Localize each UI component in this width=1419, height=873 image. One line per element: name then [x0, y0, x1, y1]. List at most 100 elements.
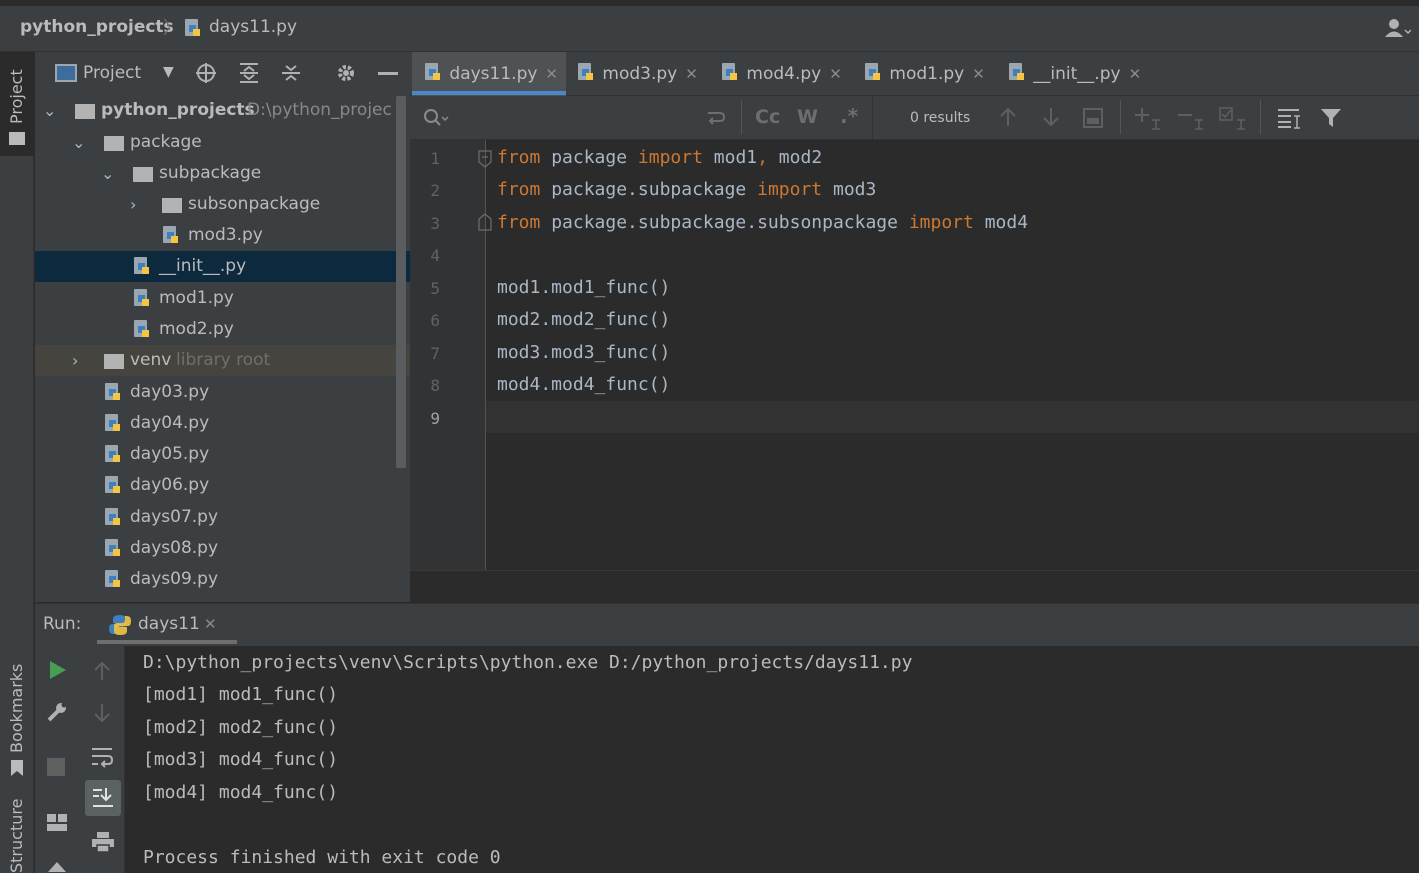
tab-mod4[interactable]: mod4.py ✕ [722, 52, 842, 96]
console-line: D:\python_projects\venv\Scripts\python.e… [143, 652, 913, 673]
tree-item-day04[interactable]: day04.py [35, 408, 410, 439]
arrow-down-icon[interactable] [92, 702, 112, 724]
tree-item-day05[interactable]: day05.py [35, 439, 410, 470]
fold-end-marker-icon[interactable] [478, 213, 492, 231]
chevron-down-icon[interactable]: ▼ [163, 64, 174, 80]
tree-label: days08.py [130, 538, 219, 558]
python-file-icon [134, 289, 149, 306]
tree-item-days08[interactable]: days08.py [35, 533, 410, 564]
code-line-8: mod4.mod4_func() [497, 374, 671, 395]
python-file-icon [105, 570, 120, 587]
search-icon[interactable] [422, 107, 450, 129]
tree-item-subsonpackage[interactable]: › subsonpackage [35, 189, 410, 220]
chevron-down-icon[interactable]: ⌄ [72, 127, 85, 158]
tab-mod3[interactable]: mod3.py ✕ [578, 52, 698, 96]
run-header-strip [410, 604, 1419, 646]
remove-occurrence-icon[interactable] [1177, 106, 1205, 130]
layout-icon[interactable] [46, 813, 68, 833]
tree-item-mod3[interactable]: mod3.py [35, 220, 410, 251]
tab-label: __init__.py [1033, 64, 1121, 84]
arrow-down-icon[interactable] [1041, 106, 1061, 128]
arrow-up-icon[interactable] [92, 660, 112, 682]
collapse-all-icon[interactable] [280, 62, 302, 84]
tab-label: mod4.py [746, 64, 822, 84]
stripe-bookmarks-label[interactable]: Bookmarks [7, 664, 26, 753]
stop-icon[interactable] [47, 758, 65, 776]
run-tab-days11[interactable]: days11 [138, 614, 200, 634]
expand-all-icon[interactable] [238, 62, 260, 84]
print-icon[interactable] [91, 831, 115, 853]
python-file-icon [105, 414, 120, 431]
fold-marker-icon[interactable] [478, 150, 492, 168]
python-file-icon [134, 257, 149, 274]
console-line: [mod4] mod4_func() [143, 782, 339, 803]
tree-item-package[interactable]: ⌄ package [35, 127, 410, 158]
tree-item-days07[interactable]: days07.py [35, 502, 410, 533]
close-icon[interactable]: ✕ [685, 65, 698, 83]
pin-icon[interactable] [46, 860, 68, 873]
chevron-right-icon[interactable]: › [130, 189, 136, 220]
line-number: 7 [430, 344, 440, 363]
rerun-icon[interactable] [48, 659, 68, 681]
add-occurrence-icon[interactable] [1134, 106, 1162, 130]
breadcrumb-project[interactable]: python_projects [20, 17, 174, 37]
folder-icon [75, 104, 95, 119]
close-icon[interactable]: ✕ [545, 65, 558, 83]
project-scrollbar[interactable] [396, 96, 406, 468]
search-input[interactable] [450, 106, 710, 132]
tree-item-mod2[interactable]: mod2.py [35, 314, 410, 345]
tab-days11[interactable]: days11.py ✕ [425, 52, 558, 96]
tree-item-day03[interactable]: day03.py [35, 377, 410, 408]
soft-wrap-icon[interactable] [91, 746, 113, 768]
new-line-icon[interactable] [704, 107, 726, 127]
tree-item-subpackage[interactable]: ⌄ subpackage [35, 158, 410, 189]
tree-suffix: library root [176, 350, 271, 370]
tree-label: __init__.py [159, 256, 247, 276]
match-case-toggle[interactable]: Cc [755, 106, 780, 128]
close-icon[interactable]: ✕ [204, 615, 217, 633]
code-line-5: mod1.mod1_func() [497, 277, 671, 298]
chevron-down-icon[interactable]: ⌄ [43, 95, 56, 126]
tree-item-python-projects[interactable]: ⌄ python_projects D:\python_projec [35, 95, 410, 126]
python-file-icon [105, 445, 120, 462]
regex-toggle[interactable]: .* [840, 104, 858, 128]
select-all-icon[interactable] [1219, 106, 1247, 130]
python-file-icon [163, 226, 178, 243]
folder-icon [104, 354, 124, 369]
scroll-to-end-icon [92, 787, 114, 809]
tab-init[interactable]: __init__.py ✕ [1009, 52, 1141, 96]
minimize-icon[interactable] [378, 72, 398, 75]
close-icon[interactable]: ✕ [829, 65, 842, 83]
line-number: 4 [430, 246, 440, 265]
locate-icon[interactable] [195, 62, 217, 84]
wrench-icon[interactable] [46, 701, 68, 723]
close-icon[interactable]: ✕ [972, 65, 985, 83]
project-view-title[interactable]: Project [83, 63, 141, 83]
chevron-right-icon[interactable]: › [72, 345, 78, 376]
divider [1260, 100, 1261, 134]
tab-mod1[interactable]: mod1.py ✕ [865, 52, 985, 96]
search-results-count: 0 results [910, 110, 971, 126]
stripe-project-label[interactable]: Project [7, 69, 26, 124]
code-line-2: from package.subpackage import mod3 [497, 179, 877, 200]
tree-item-days09[interactable]: days09.py [35, 564, 410, 595]
tree-path: D:\python_projec [247, 100, 392, 120]
user-icon[interactable] [1385, 18, 1411, 38]
tree-item-mod1[interactable]: mod1.py [35, 283, 410, 314]
python-file-icon [1009, 63, 1024, 80]
stripe-structure-label[interactable]: Structure [7, 799, 26, 873]
tree-item-day06[interactable]: day06.py [35, 470, 410, 501]
python-file-icon [105, 383, 120, 400]
arrow-up-icon[interactable] [998, 106, 1018, 128]
filter-options-icon[interactable] [1277, 107, 1301, 129]
chevron-down-icon[interactable]: ⌄ [101, 158, 114, 189]
tree-item-venv[interactable]: › venv library root [35, 345, 410, 376]
python-file-icon [134, 320, 149, 337]
gear-icon[interactable] [335, 62, 357, 84]
breadcrumb-file[interactable]: days11.py [209, 17, 297, 37]
whole-words-toggle[interactable]: W [797, 106, 818, 128]
tree-item-init[interactable]: __init__.py [35, 251, 410, 282]
select-all-occurrences-icon[interactable] [1083, 108, 1103, 128]
filter-icon[interactable] [1320, 107, 1342, 129]
close-icon[interactable]: ✕ [1129, 65, 1142, 83]
